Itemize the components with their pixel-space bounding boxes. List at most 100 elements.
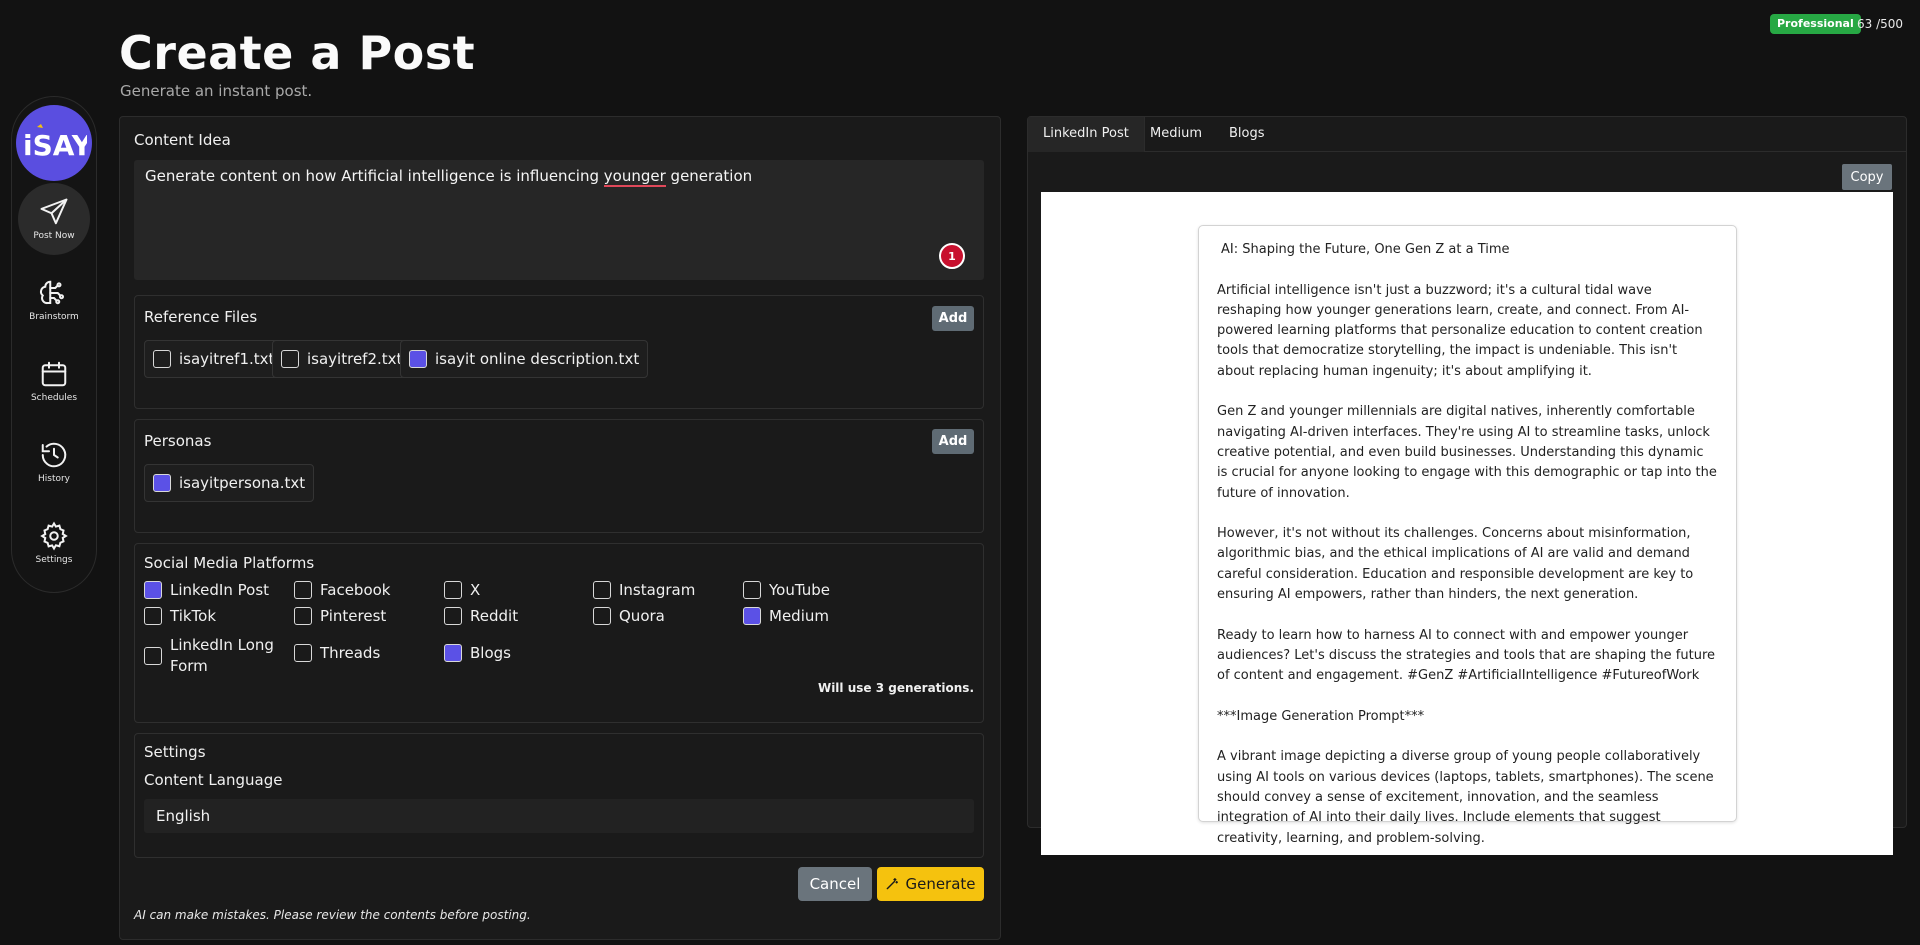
platform-name: Quora	[619, 607, 665, 625]
content-idea-text: Generate content on how Artificial intel…	[145, 167, 604, 185]
generate-button[interactable]: Generate	[877, 867, 984, 901]
content-idea-label: Content Idea	[134, 131, 231, 149]
platform-checkbox[interactable]	[743, 581, 761, 599]
platform-checkbox[interactable]	[294, 607, 312, 625]
tab-medium[interactable]: Medium	[1135, 117, 1217, 152]
platform-linkedin-long-form[interactable]: LinkedIn Long Form	[144, 635, 274, 677]
platform-checkbox[interactable]	[144, 581, 162, 599]
persona-chip[interactable]: isayitpersona.txt	[144, 464, 315, 502]
platform-checkbox[interactable]	[444, 644, 462, 662]
sidebar-item-settings[interactable]: Settings	[18, 507, 90, 579]
platform-name: YouTube	[769, 581, 830, 599]
personas-label: Personas	[144, 432, 212, 450]
reference-files-label: Reference Files	[144, 308, 258, 326]
platform-reddit[interactable]: Reddit	[444, 607, 518, 625]
tab-linkedin-post[interactable]: LinkedIn Post	[1028, 117, 1145, 152]
magic-wand-icon	[887, 878, 899, 890]
sidebar-item-schedules[interactable]: Schedules	[18, 345, 90, 417]
grammar-notification-badge[interactable]: 1	[939, 243, 965, 269]
post-content[interactable]: AI: Shaping the Future, One Gen Z at a T…	[1198, 225, 1737, 846]
platform-facebook[interactable]: Facebook	[294, 581, 390, 599]
post-paragraph: Gen Z and younger millennials are digita…	[1217, 404, 1717, 501]
output-panel: LinkedIn Post Medium Blogs Copy AI: Shap…	[1027, 116, 1907, 855]
ai-disclaimer: AI can make mistakes. Please review the …	[134, 908, 531, 922]
content-idea-text-end: generation	[665, 167, 753, 185]
platform-pinterest[interactable]: Pinterest	[294, 607, 386, 625]
platform-name: Instagram	[619, 581, 696, 599]
tab-blogs[interactable]: Blogs	[1214, 117, 1280, 152]
calendar-icon	[41, 361, 67, 387]
platform-checkbox[interactable]	[294, 644, 312, 662]
platform-name: Threads	[320, 644, 381, 662]
platform-x[interactable]: X	[444, 581, 480, 599]
reference-file-name: isayit online description.txt	[435, 350, 640, 368]
sidebar-item-label: Post Now	[33, 231, 75, 241]
content-language-label: Content Language	[144, 771, 283, 789]
add-reference-file-button[interactable]: Add	[932, 306, 974, 331]
add-persona-button[interactable]: Add	[932, 429, 974, 454]
reference-files-card: Reference Files Add isayitref1.txt isayi…	[134, 295, 984, 409]
reference-file-checkbox[interactable]	[153, 350, 171, 368]
platform-checkbox[interactable]	[593, 607, 611, 625]
platform-name: TikTok	[170, 607, 217, 625]
content-idea-textarea[interactable]: Generate content on how Artificial intel…	[134, 160, 984, 280]
sidebar-item-label: Brainstorm	[29, 312, 79, 322]
misspelled-word[interactable]: younger	[603, 167, 666, 187]
platform-checkbox[interactable]	[294, 581, 312, 599]
cancel-button[interactable]: Cancel	[798, 867, 872, 901]
post-paragraph: However, it's not without its challenges…	[1217, 526, 1694, 603]
sidebar-item-label: History	[37, 474, 71, 484]
generate-label: Generate	[905, 875, 976, 893]
platform-instagram[interactable]: Instagram	[593, 581, 695, 599]
personas-card: Personas Add isayitpersona.txt	[134, 419, 984, 533]
post-paragraph: Ready to learn how to harness AI to conn…	[1217, 627, 1715, 684]
platform-checkbox[interactable]	[444, 607, 462, 625]
platform-name: Facebook	[320, 581, 391, 599]
sidebar-item-history[interactable]: History	[18, 426, 90, 498]
platforms-card: Social Media Platforms LinkedIn Post Fac…	[134, 543, 984, 723]
platform-checkbox[interactable]	[593, 581, 611, 599]
platform-checkbox[interactable]	[144, 607, 162, 625]
settings-label: Settings	[144, 743, 206, 761]
platform-name: LinkedIn Post	[170, 581, 270, 599]
platform-checkbox[interactable]	[743, 607, 761, 625]
app-logo[interactable]: iSAY	[16, 105, 92, 181]
sidebar-item-post-now[interactable]: Post Now	[18, 183, 90, 255]
sidebar-item-label: Schedules	[30, 393, 78, 403]
plan-badge: Professional	[1770, 14, 1861, 34]
reference-file-name: isayitref1.txt	[179, 350, 275, 368]
reference-file-checkbox[interactable]	[409, 350, 427, 368]
platform-name-line1: LinkedIn Long	[170, 636, 274, 654]
generation-note: Will use 3 generations.	[817, 681, 974, 695]
reference-file-chip[interactable]: isayit online description.txt	[400, 340, 649, 378]
output-tabs: LinkedIn Post Medium Blogs	[1028, 117, 1906, 152]
reference-file-chip[interactable]: isayitref2.txt	[272, 340, 412, 378]
platform-threads[interactable]: Threads	[294, 644, 380, 662]
page-subtitle: Generate an instant post.	[120, 82, 313, 100]
platform-name: Pinterest	[320, 607, 387, 625]
copy-button[interactable]: Copy	[1842, 164, 1892, 190]
post-title: AI: Shaping the Future, One Gen Z at a T…	[1221, 242, 1510, 257]
reference-file-name: isayitref2.txt	[307, 350, 403, 368]
platform-medium[interactable]: Medium	[743, 607, 829, 625]
reference-file-chip[interactable]: isayitref1.txt	[144, 340, 284, 378]
content-language-select[interactable]: English	[144, 799, 974, 833]
platform-name: LinkedIn Long Form	[170, 635, 274, 677]
persona-name: isayitpersona.txt	[179, 474, 306, 492]
image-prompt-heading: ***Image Generation Prompt***	[1217, 708, 1425, 724]
sidebar-item-brainstorm[interactable]: Brainstorm	[18, 264, 90, 336]
platform-tiktok[interactable]: TikTok	[144, 607, 216, 625]
platform-youtube[interactable]: YouTube	[743, 581, 830, 599]
sidebar-item-label: Settings	[35, 555, 73, 565]
platform-quora[interactable]: Quora	[593, 607, 665, 625]
platform-linkedin-post[interactable]: LinkedIn Post	[144, 581, 269, 599]
persona-checkbox[interactable]	[153, 474, 171, 492]
history-icon	[41, 442, 67, 468]
platform-checkbox[interactable]	[144, 647, 162, 665]
platform-blogs[interactable]: Blogs	[444, 644, 511, 662]
platform-checkbox[interactable]	[444, 581, 462, 599]
sidebar: iSAY Post Now Brainstorm Schedules Histo…	[11, 96, 97, 593]
platform-name: Medium	[769, 607, 829, 625]
page-title: Create a Post	[119, 26, 476, 80]
reference-file-checkbox[interactable]	[281, 350, 299, 368]
